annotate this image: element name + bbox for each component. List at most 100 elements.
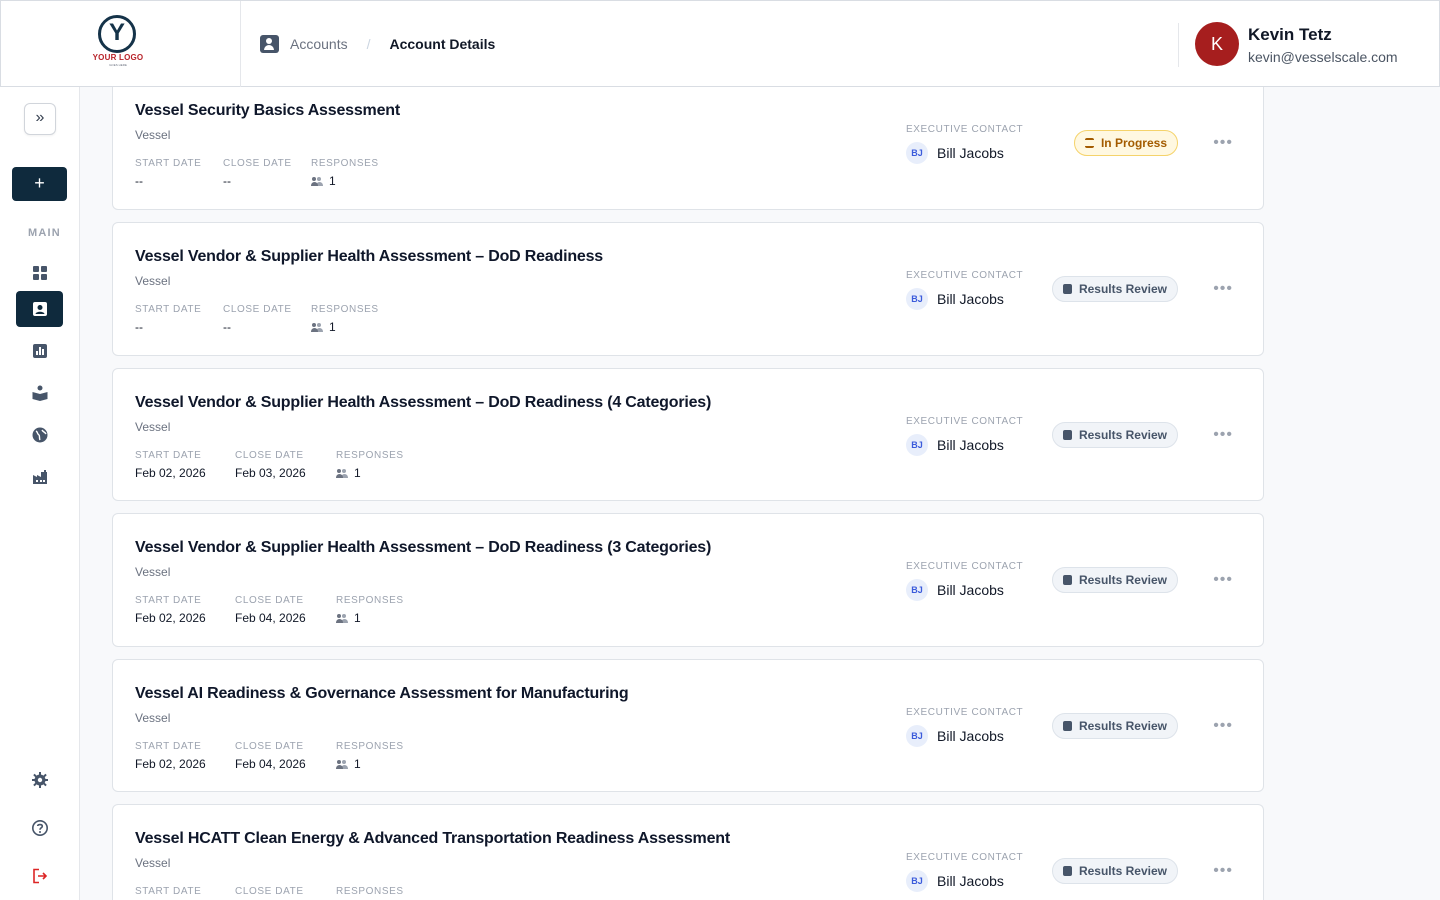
status-text: In Progress	[1100, 136, 1167, 150]
start-date-label: START DATE	[135, 741, 202, 752]
sidebar-item-logout[interactable]	[16, 858, 63, 894]
sidebar-item-reports[interactable]	[16, 333, 63, 369]
status-text: Results Review	[1078, 282, 1167, 296]
assessment-org: Vessel	[135, 420, 171, 434]
sidebar-item-accounts[interactable]	[16, 291, 63, 327]
breadcrumb-accounts-link[interactable]: Accounts	[290, 36, 348, 52]
responses: RESPONSES 1	[336, 595, 404, 625]
responses-value: 1	[354, 466, 361, 480]
assessment-title[interactable]: Vessel Security Basics Assessment	[135, 102, 400, 120]
responses-value: 1	[329, 174, 336, 188]
more-options-icon[interactable]: •••	[1213, 281, 1233, 297]
executive-contact: BJ Bill Jacobs	[906, 288, 1004, 310]
status-text: Results Review	[1078, 428, 1167, 442]
assessment-title[interactable]: Vessel Vendor & Supplier Health Assessme…	[135, 394, 711, 412]
more-options-icon[interactable]: •••	[1213, 572, 1233, 588]
executive-contact-label: EXECUTIVE CONTACT	[906, 124, 1024, 135]
header-divider	[1178, 23, 1179, 67]
hourglass-icon	[1084, 138, 1094, 148]
globe-icon	[32, 427, 47, 443]
executive-contact: BJ Bill Jacobs	[906, 579, 1004, 601]
assessment-card[interactable]: Vessel Vendor & Supplier Health Assessme…	[112, 368, 1264, 501]
factory-icon	[32, 470, 47, 484]
contact-name: Bill Jacobs	[937, 873, 1004, 889]
contact-name: Bill Jacobs	[937, 145, 1004, 161]
assessment-org: Vessel	[135, 856, 171, 870]
executive-contact-label: EXECUTIVE CONTACT	[906, 561, 1024, 572]
executive-contact: BJ Bill Jacobs	[906, 870, 1004, 892]
user-name[interactable]: Kevin Tetz	[1248, 25, 1332, 45]
sidebar-item-settings[interactable]	[16, 762, 63, 798]
responses-value: 1	[354, 757, 361, 771]
responses: RESPONSES 1	[336, 450, 404, 480]
status-text: Results Review	[1078, 864, 1167, 878]
close-date-label: CLOSE DATE	[223, 158, 292, 169]
company-logo[interactable]: Y YOUR LOGO GOES HERE	[87, 15, 149, 71]
sidebar-item-help[interactable]	[16, 810, 63, 846]
sidebar: » + MAIN	[0, 87, 80, 900]
contact-avatar: BJ	[906, 434, 928, 456]
assessment-org: Vessel	[135, 274, 171, 288]
clipboard-check-icon	[1062, 284, 1072, 294]
help-icon	[31, 820, 48, 836]
people-icon	[311, 176, 323, 186]
sidebar-item-learning[interactable]	[16, 375, 63, 411]
close-date: CLOSE DATE --	[223, 158, 292, 188]
start-date: START DATE Feb 02, 2026	[135, 595, 206, 625]
assessment-title[interactable]: Vessel Vendor & Supplier Health Assessme…	[135, 248, 603, 266]
close-date-value: Feb 04, 2026	[235, 757, 306, 771]
contact-name: Bill Jacobs	[937, 291, 1004, 307]
sidebar-item-dashboard[interactable]	[16, 255, 63, 291]
start-date: START DATE --	[135, 158, 201, 188]
breadcrumb-separator: /	[366, 36, 371, 52]
executive-contact-label: EXECUTIVE CONTACT	[906, 707, 1024, 718]
assessment-card[interactable]: Vessel Vendor & Supplier Health Assessme…	[112, 513, 1264, 647]
sidebar-item-factory[interactable]	[16, 459, 63, 495]
more-options-icon[interactable]: •••	[1213, 718, 1233, 734]
close-date-value: Feb 04, 2026	[235, 611, 306, 625]
assessment-card[interactable]: Vessel HCATT Clean Energy & Advanced Tra…	[112, 804, 1264, 900]
expand-sidebar-button[interactable]: »	[24, 103, 56, 135]
start-date: START DATE Feb 02, 2026	[135, 741, 206, 771]
contact-avatar: BJ	[906, 579, 928, 601]
sidebar-item-globe[interactable]	[16, 417, 63, 453]
start-date-label: START DATE	[135, 304, 202, 315]
more-options-icon[interactable]: •••	[1213, 427, 1233, 443]
more-options-icon[interactable]: •••	[1213, 863, 1233, 879]
status-badge: Results Review	[1051, 858, 1178, 884]
assessment-card[interactable]: Vessel Security Basics Assessment Vessel…	[112, 87, 1264, 210]
assessment-card[interactable]: Vessel AI Readiness & Governance Assessm…	[112, 659, 1264, 792]
contact-avatar: BJ	[906, 870, 928, 892]
responses: RESPONSES	[336, 886, 404, 897]
assessment-title[interactable]: Vessel Vendor & Supplier Health Assessme…	[135, 539, 711, 557]
logo-subtext: GOES HERE	[109, 63, 127, 67]
assessment-title[interactable]: Vessel AI Readiness & Governance Assessm…	[135, 685, 629, 703]
executive-contact: BJ Bill Jacobs	[906, 142, 1004, 164]
assessment-card[interactable]: Vessel Vendor & Supplier Health Assessme…	[112, 222, 1264, 356]
close-date-value: --	[223, 320, 231, 334]
people-icon	[311, 322, 323, 332]
clipboard-check-icon	[1062, 430, 1072, 440]
more-options-icon[interactable]: •••	[1213, 135, 1233, 151]
user-avatar[interactable]: K	[1195, 22, 1239, 66]
executive-contact: BJ Bill Jacobs	[906, 725, 1004, 747]
breadcrumb-current: Account Details	[389, 36, 496, 52]
logo-glyph: Y	[108, 19, 125, 46]
breadcrumb: Accounts / Account Details	[260, 34, 495, 54]
people-icon	[336, 759, 348, 769]
close-date-label: CLOSE DATE	[223, 304, 292, 315]
close-date-label: CLOSE DATE	[235, 741, 304, 752]
executive-contact-label: EXECUTIVE CONTACT	[906, 852, 1024, 863]
start-date-label: START DATE	[135, 158, 202, 169]
status-badge: Results Review	[1051, 567, 1178, 593]
status-badge: Results Review	[1051, 276, 1178, 302]
logo-text: YOUR LOGO	[92, 53, 144, 62]
responses-value: 1	[354, 611, 361, 625]
start-date-label: START DATE	[135, 595, 202, 606]
add-button[interactable]: +	[12, 167, 67, 201]
close-date-label: CLOSE DATE	[235, 450, 304, 461]
clipboard-check-icon	[1062, 866, 1072, 876]
responses: RESPONSES 1	[311, 158, 379, 188]
assessment-title[interactable]: Vessel HCATT Clean Energy & Advanced Tra…	[135, 830, 730, 848]
accounts-icon	[32, 302, 47, 316]
